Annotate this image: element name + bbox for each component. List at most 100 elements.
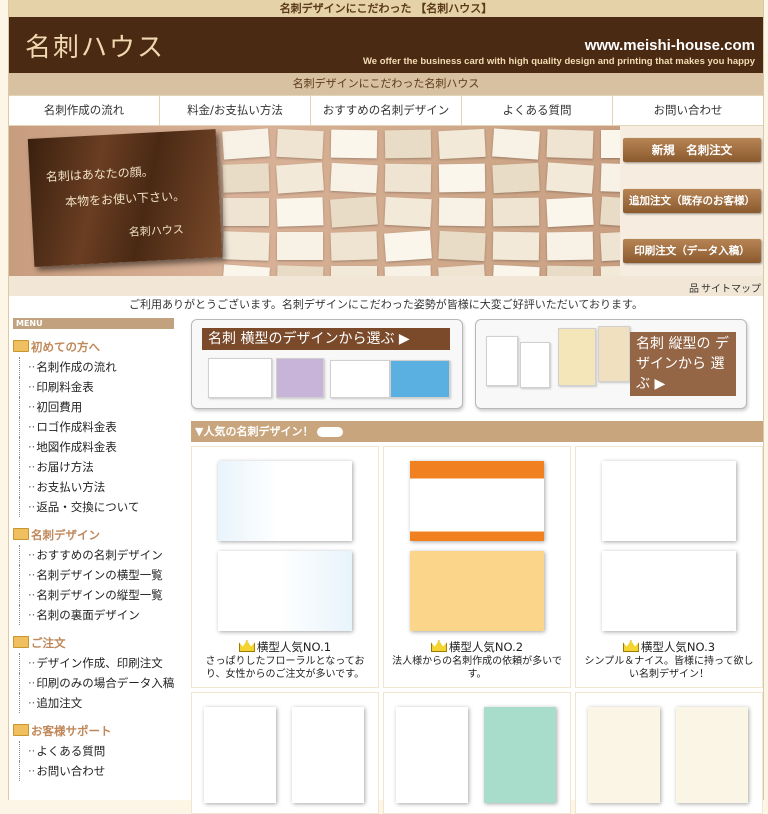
sidebar-item-map-price[interactable]: 地図作成料金表 <box>19 437 181 457</box>
sample-card <box>486 336 518 386</box>
collage-card <box>492 264 540 276</box>
section-title[interactable]: 初めての方へ <box>13 337 181 357</box>
vertical-banner-title: 名刺 縦型の デザインから 選ぶ ▶ <box>630 332 736 396</box>
section-links: よくある質問 お問い合わせ <box>13 741 181 781</box>
new-order-button[interactable]: 新規 名刺注文 <box>623 138 761 162</box>
section-title[interactable]: お客様サポート <box>13 721 181 741</box>
collage-card <box>330 129 378 159</box>
popular-design-4[interactable] <box>191 692 379 814</box>
collage-card <box>546 265 594 276</box>
collage-card <box>276 128 324 160</box>
nav-recommended[interactable]: おすすめの名刺デザイン <box>311 96 462 125</box>
section-title-label: 初めての方へ <box>31 340 100 354</box>
collage-card <box>223 198 269 226</box>
collage-card <box>330 196 378 228</box>
sidebar-item-initial-cost[interactable]: 初回費用 <box>19 397 181 417</box>
nav-faq[interactable]: よくある質問 <box>462 96 613 125</box>
print-order-button[interactable]: 印刷注文（データ入稿） <box>623 239 761 263</box>
additional-order-button[interactable]: 追加注文（既存のお客様） <box>623 189 761 213</box>
section-links: デザイン作成、印刷注文 印刷のみの場合データ入稿 追加注文 <box>13 653 181 713</box>
popular-header-label: ▼人気の名刺デザイン！ <box>195 425 314 438</box>
top-banner: 名刺デザインにこだわった 【名刺ハウス】 <box>9 0 763 17</box>
section-links: 名刺作成の流れ 印刷料金表 初回費用 ロゴ作成料金表 地図作成料金表 お届け方法… <box>13 357 181 517</box>
hero-wood-card: 名刺はあなたの顔。 本物をお使い下さい。 名刺ハウス <box>27 129 223 267</box>
collage-card <box>276 197 324 227</box>
design-card-back <box>410 551 544 631</box>
popular-description: さっぱりしたフローラルとなっており、女性からのご注文が多いです。 <box>205 656 365 680</box>
section-title[interactable]: ご注文 <box>13 633 181 653</box>
collage-card <box>492 128 540 160</box>
design-card-back <box>218 551 352 631</box>
content-area: MENU 初めての方へ 名刺作成の流れ 印刷料金表 初回費用 ロゴ作成料金表 地… <box>9 313 763 814</box>
sidebar-item-returns[interactable]: 返品・交換について <box>19 497 181 517</box>
collage-card <box>438 163 486 193</box>
design-card-front <box>396 707 468 803</box>
sidebar-item-logo-price[interactable]: ロゴ作成料金表 <box>19 417 181 437</box>
popular-design-2[interactable]: 横型人気NO.2 法人様からの名刺作成の依頼が多いです。 <box>383 446 571 688</box>
collage-card <box>546 196 594 228</box>
horizontal-design-banner[interactable]: 名刺 横型のデザインから選ぶ ▶ <box>191 319 463 409</box>
design-card-back <box>602 551 736 631</box>
site-header: 名刺ハウス www.meishi-house.com We offer the … <box>9 17 763 73</box>
thanks-message: ご利用ありがとうございます。名刺デザインにこだわった姿勢が皆様に大変ご好評いただ… <box>129 298 643 311</box>
design-card-front <box>588 707 660 803</box>
sidebar-item-payment[interactable]: お支払い方法 <box>19 477 181 497</box>
nav-flow[interactable]: 名刺作成の流れ <box>9 96 160 125</box>
popular-label-text: 横型人気NO.2 <box>448 640 524 654</box>
sample-card <box>330 360 390 398</box>
sidebar-item-print-price[interactable]: 印刷料金表 <box>19 377 181 397</box>
popular-label-text: 横型人気NO.3 <box>640 640 716 654</box>
sidebar-item-contact[interactable]: お問い合わせ <box>19 761 181 781</box>
site-url: www.meishi-house.com <box>584 37 755 54</box>
sidebar-item-data-upload[interactable]: 印刷のみの場合データ入稿 <box>19 673 181 693</box>
design-card-back <box>292 707 364 803</box>
sitemap-link[interactable]: 品サイトマップ <box>689 280 761 295</box>
sidebar-item-recommended[interactable]: おすすめの名刺デザイン <box>19 545 181 565</box>
popular-description: シンプル＆ナイス。皆様に持って欲しい名刺デザイン！ <box>584 656 754 680</box>
speech-bubble-icon <box>317 427 344 437</box>
popular-design-3[interactable]: 横型人気NO.3 シンプル＆ナイス。皆様に持って欲しい名刺デザイン！ <box>575 446 763 688</box>
collage-card <box>492 197 540 227</box>
folder-icon <box>13 340 29 352</box>
sample-card <box>598 326 630 382</box>
sidebar-item-flow[interactable]: 名刺作成の流れ <box>19 357 181 377</box>
folder-icon <box>13 528 29 540</box>
popular-design-5[interactable] <box>383 692 571 814</box>
sitemap-label: サイトマップ <box>701 284 761 295</box>
popular-designs-grid: 横型人気NO.1 さっぱりしたフローラルとなっており、女性からのご注文が多いです… <box>191 446 763 688</box>
vertical-design-banner[interactable]: 名刺 縦型の デザインから 選ぶ ▶ <box>475 319 747 409</box>
nav-pricing[interactable]: 料金/お支払い方法 <box>160 96 311 125</box>
promo-row: 名刺 横型のデザインから選ぶ ▶ 名刺 縦型の デザインから 選ぶ ▶ <box>191 319 763 409</box>
sub-banner: 名刺デザインにこだわった名刺ハウス <box>9 73 763 95</box>
sidebar-section-support: お客様サポート よくある質問 お問い合わせ <box>13 721 181 781</box>
popular-designs-header: ▼人気の名刺デザイン！ <box>191 421 763 442</box>
popular-label: 横型人気NO.2 <box>384 639 570 655</box>
sidebar-item-additional[interactable]: 追加注文 <box>19 693 181 713</box>
popular-design-6[interactable] <box>575 692 763 814</box>
crown-icon <box>238 640 255 652</box>
collage-card <box>438 128 486 160</box>
popular-design-1[interactable]: 横型人気NO.1 さっぱりしたフローラルとなっており、女性からのご注文が多いです… <box>191 446 379 688</box>
sidebar-item-horizontal[interactable]: 名刺デザインの横型一覧 <box>19 565 181 585</box>
collage-card <box>384 265 432 276</box>
site-logo[interactable]: 名刺ハウス <box>25 27 165 64</box>
collage-card <box>438 264 486 276</box>
menu-header: MENU <box>13 318 174 329</box>
section-title-label: 名刺デザイン <box>31 528 100 542</box>
sidebar-item-faq[interactable]: よくある質問 <box>19 741 181 761</box>
collage-card <box>277 232 323 260</box>
sidebar-item-back-design[interactable]: 名刺の裏面デザイン <box>19 605 181 625</box>
section-title[interactable]: 名刺デザイン <box>13 525 181 545</box>
nav-contact[interactable]: お問い合わせ <box>613 96 763 125</box>
sidebar-item-design-order[interactable]: デザイン作成、印刷注文 <box>19 653 181 673</box>
collage-card <box>384 163 432 193</box>
popular-label: 横型人気NO.1 <box>192 639 378 655</box>
collage-card <box>438 230 486 262</box>
sitemap-row: 品サイトマップ <box>9 276 763 296</box>
hero-card-line2: 本物をお使い下さい。 <box>64 188 186 210</box>
collage-card <box>222 128 270 160</box>
design-card-front <box>204 707 276 803</box>
sidebar-item-vertical[interactable]: 名刺デザインの縦型一覧 <box>19 585 181 605</box>
collage-card <box>546 162 594 194</box>
sidebar-item-delivery[interactable]: お届け方法 <box>19 457 181 477</box>
